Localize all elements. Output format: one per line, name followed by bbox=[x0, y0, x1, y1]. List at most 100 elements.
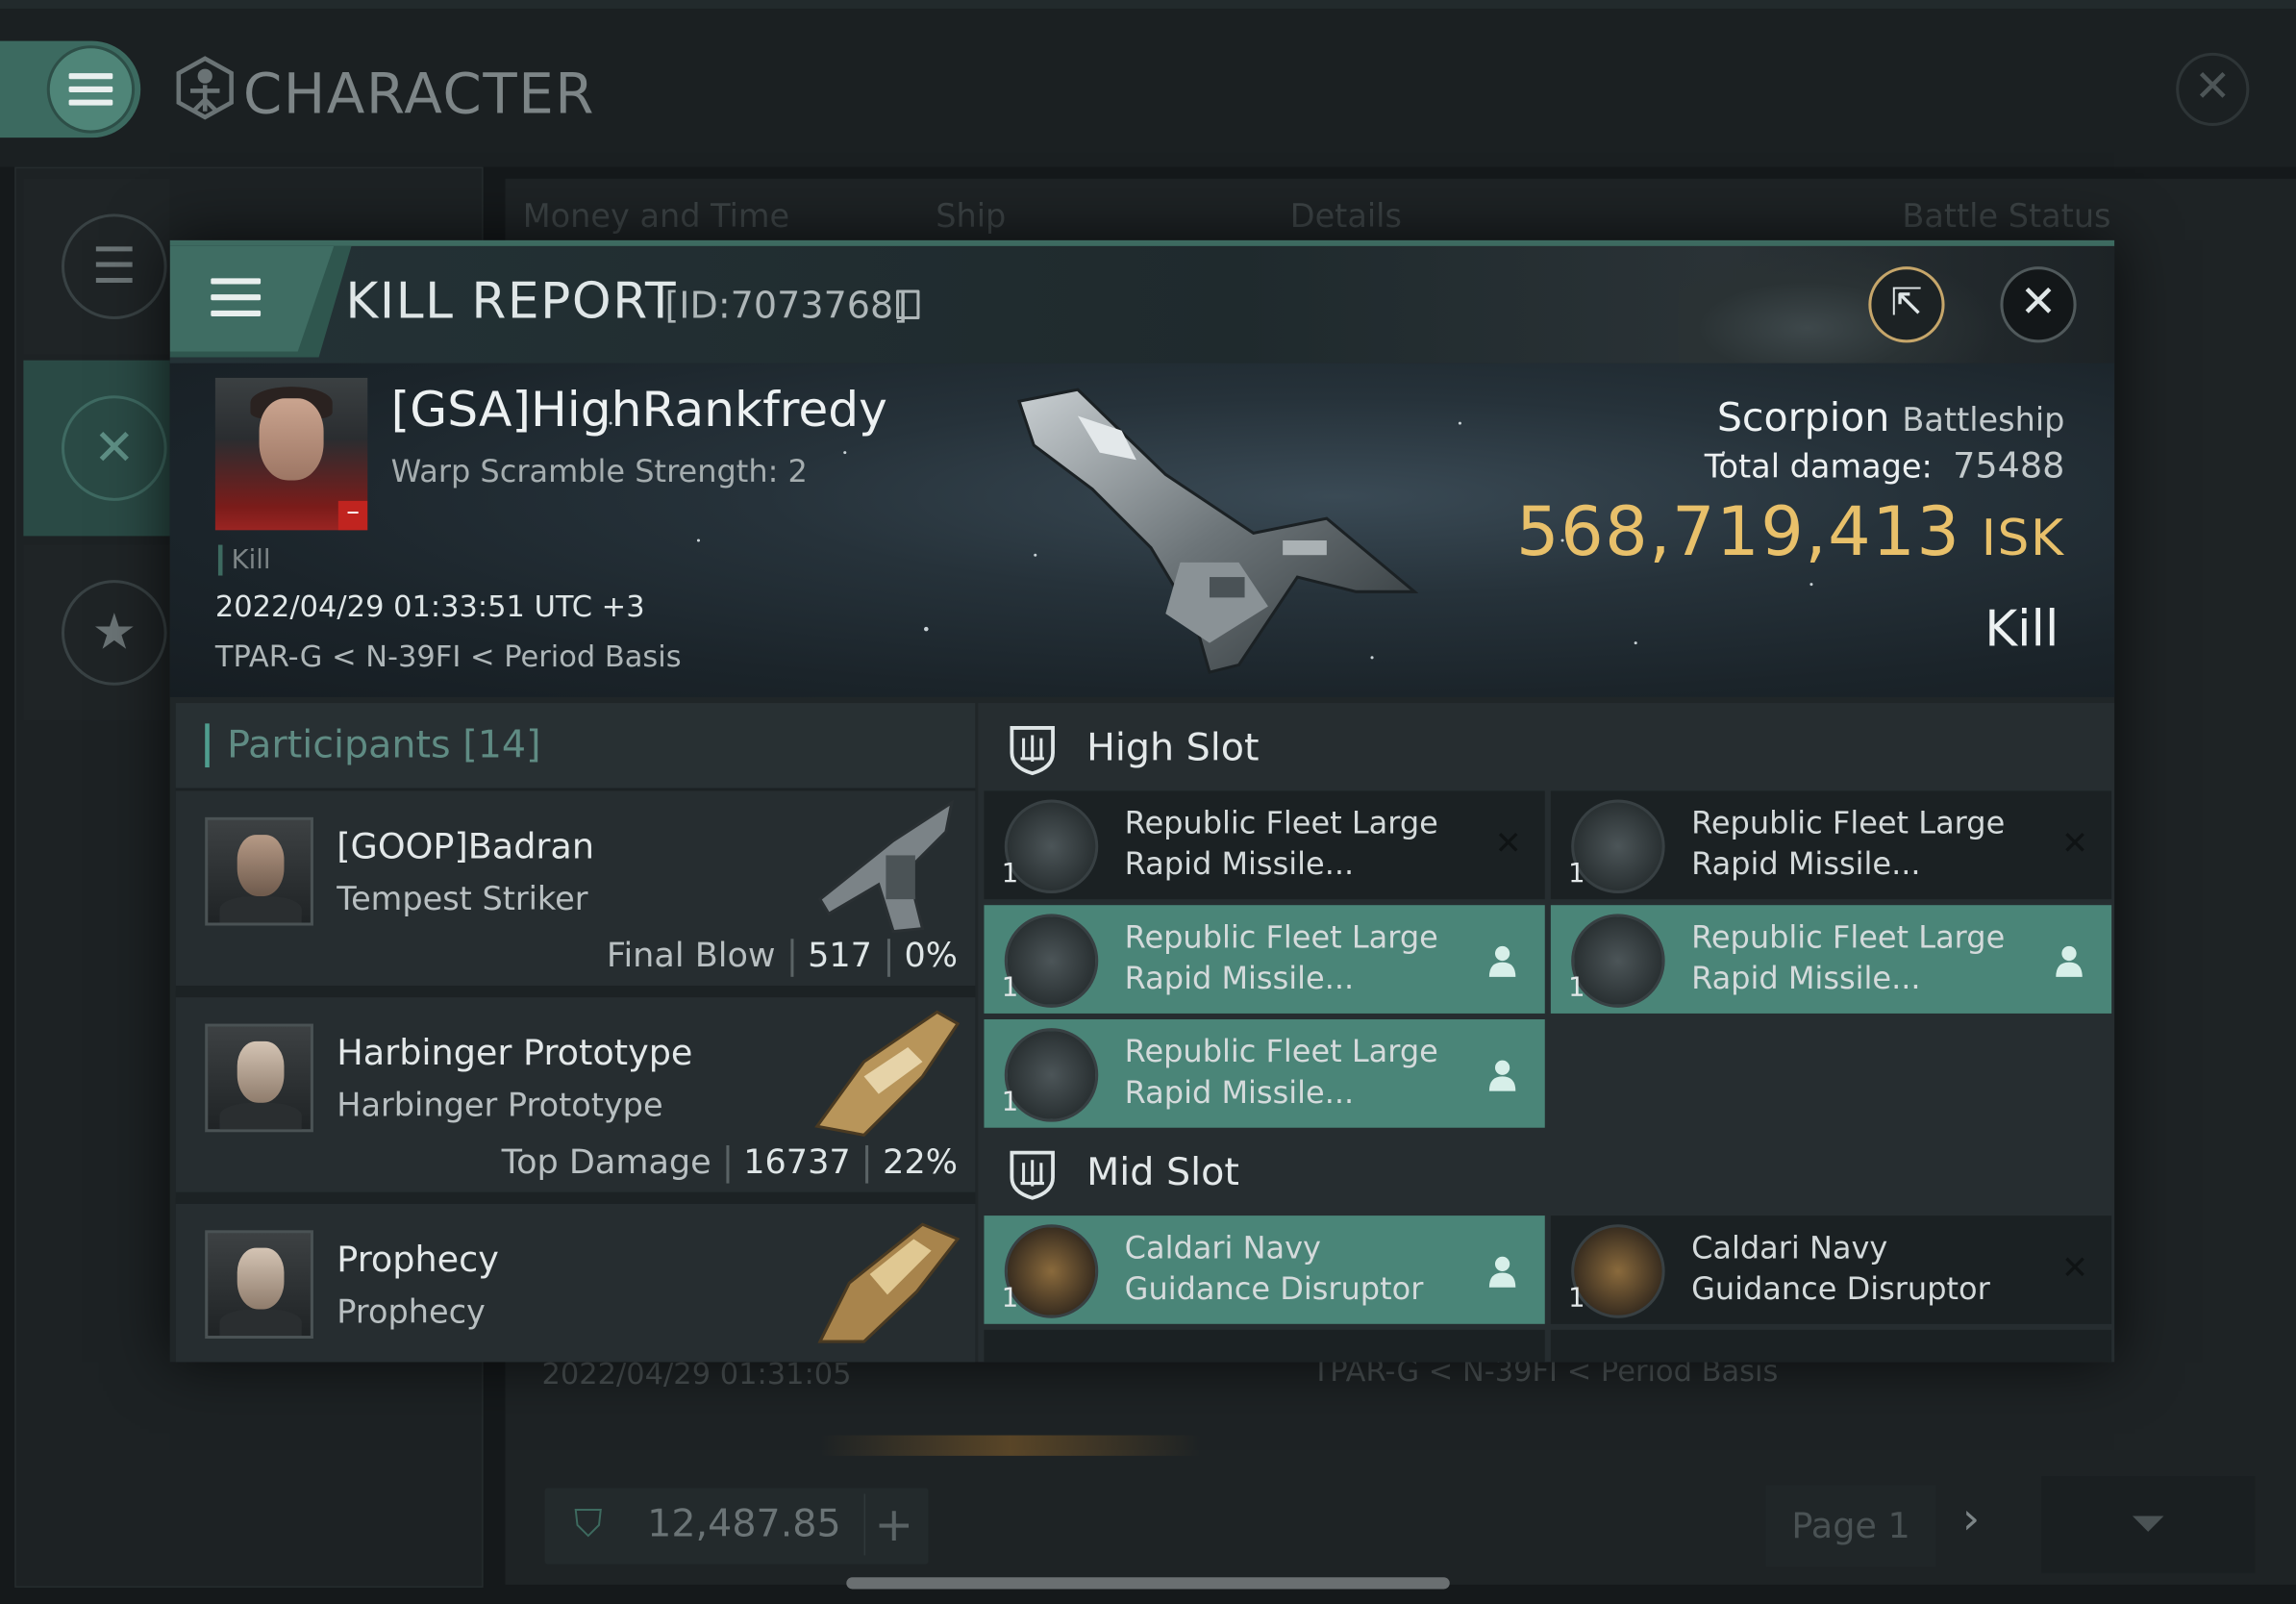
main-menu-button[interactable] bbox=[0, 40, 141, 138]
module-item[interactable]: 1 Republic Fleet Large Rapid Missile... bbox=[984, 1019, 1545, 1128]
ship-name: Scorpion Battleship bbox=[1717, 395, 2065, 440]
participant-ship: Prophecy bbox=[337, 1294, 486, 1332]
module-item[interactable]: 1 Republic Fleet Large Rapid Missile... … bbox=[984, 790, 1545, 900]
damage-percent: 22% bbox=[883, 1143, 959, 1183]
ship-class: Battleship bbox=[1902, 402, 2065, 439]
filter-icon: ⏷ bbox=[2130, 1498, 2166, 1550]
participant-ship: Tempest Striker bbox=[337, 881, 588, 918]
damage-percent: 0% bbox=[904, 937, 959, 976]
module-item[interactable]: 1 Caldari Navy Guidance Disruptor ✕ bbox=[1550, 1216, 2112, 1324]
column-money-time[interactable]: Money and Time bbox=[523, 199, 789, 236]
high-slot-icon bbox=[1010, 726, 1055, 776]
dropped-icon bbox=[1488, 1256, 1516, 1288]
share-button[interactable]: ⇱ bbox=[1868, 266, 1945, 343]
missile-launcher-icon bbox=[1004, 1028, 1099, 1122]
ship-type: Scorpion bbox=[1716, 395, 1890, 441]
participant-stats: Final Blow 517 0% bbox=[606, 937, 959, 977]
sidebar-item-favorites[interactable]: ★ bbox=[23, 544, 170, 721]
module-quantity: 1 bbox=[1568, 972, 1585, 1004]
module-name-line2: Guidance Disruptor bbox=[1691, 1270, 1990, 1307]
column-details[interactable]: Details bbox=[1290, 199, 1402, 236]
kill-location[interactable]: TPAR-G < N-39FI < Period Basis bbox=[215, 639, 682, 674]
sidebar-item-list[interactable]: ☰ bbox=[23, 178, 170, 355]
participant-ship-image bbox=[817, 1222, 961, 1343]
sidebar-item-battle[interactable]: ✕ bbox=[23, 360, 170, 537]
module-item-partial[interactable] bbox=[1550, 1329, 2112, 1363]
window-close-button[interactable]: ✕ bbox=[2176, 52, 2250, 126]
module-item[interactable]: 1 Republic Fleet Large Rapid Missile... … bbox=[1550, 790, 2112, 900]
module-quantity: 1 bbox=[1001, 1087, 1019, 1118]
total-damage-value: 75488 bbox=[1953, 444, 2065, 487]
kill-report-modal: KILL REPORT [ID:7073768] ⇱ ✕ – [GSA]High… bbox=[169, 239, 2115, 1363]
close-button[interactable]: ✕ bbox=[2000, 266, 2077, 343]
menu-icon bbox=[46, 45, 136, 134]
victim-ship-image bbox=[1017, 388, 1419, 674]
kill-result: Kill bbox=[1984, 600, 2059, 660]
kill-datetime: 2022/04/29 01:33:51 UTC +3 bbox=[214, 589, 645, 624]
module-quantity: 1 bbox=[1568, 1283, 1585, 1315]
participant-row[interactable]: [GOOP]Badran Tempest Striker Final Blow 5… bbox=[175, 790, 976, 992]
wallet-icon: ⛉ bbox=[574, 1502, 603, 1547]
next-page-button[interactable]: › bbox=[1962, 1493, 1980, 1544]
window-title: CHARACTER bbox=[242, 61, 596, 126]
module-name-line2: Rapid Missile... bbox=[1691, 961, 1921, 996]
crossed-swords-icon: ✕ bbox=[61, 395, 167, 501]
participant-row[interactable]: Prophecy Prophecy bbox=[175, 1203, 976, 1363]
close-icon: ✕ bbox=[2194, 61, 2232, 113]
damage-value: 16737 bbox=[743, 1143, 851, 1183]
kill-id: [ID:7073768] bbox=[664, 284, 909, 327]
external-link-icon: ⇱ bbox=[1890, 281, 1923, 326]
list-icon: ☰ bbox=[61, 213, 167, 320]
modal-title: KILL REPORT bbox=[345, 272, 678, 332]
kill-tag: Kill bbox=[217, 544, 270, 576]
star-icon: ★ bbox=[61, 580, 167, 686]
module-name-line1: Republic Fleet Large bbox=[1124, 805, 1438, 841]
participant-ship: Harbinger Prototype bbox=[337, 1088, 663, 1125]
missile-launcher-icon bbox=[1004, 914, 1099, 1008]
column-ship[interactable]: Ship bbox=[936, 199, 1006, 236]
high-slot-header: High Slot bbox=[978, 703, 2114, 796]
module-item-partial[interactable] bbox=[984, 1329, 1545, 1363]
copy-icon[interactable] bbox=[896, 289, 920, 320]
participant-name: Harbinger Prototype bbox=[337, 1032, 693, 1074]
guidance-disruptor-icon bbox=[1571, 1224, 1665, 1318]
participant-ship-image bbox=[814, 1010, 961, 1137]
module-quantity: 1 bbox=[1001, 1283, 1019, 1315]
modal-top-accent bbox=[169, 239, 2115, 246]
filter-button[interactable]: ⏷ bbox=[2041, 1476, 2256, 1573]
missile-launcher-icon bbox=[1004, 799, 1099, 894]
top-strip bbox=[0, 0, 2296, 10]
isk-amount: 568,719,413 bbox=[1515, 491, 1961, 571]
wallet-balance: 12,487.85 bbox=[647, 1502, 841, 1547]
participant-avatar bbox=[205, 1230, 313, 1340]
module-quantity: 1 bbox=[1001, 972, 1019, 1004]
dropped-icon bbox=[1488, 945, 1516, 977]
module-name-line2: Rapid Missile... bbox=[1124, 846, 1355, 882]
module-name-line1: Caldari Navy bbox=[1124, 1230, 1321, 1266]
module-name-line2: Rapid Missile... bbox=[1691, 846, 1921, 882]
participant-name: [GOOP]Badran bbox=[337, 825, 595, 867]
module-item[interactable]: 1 Republic Fleet Large Rapid Missile... bbox=[984, 905, 1545, 1014]
victim-name[interactable]: [GSA]HighRankfredy bbox=[391, 381, 887, 438]
total-damage: Total damage: 75488 bbox=[1705, 445, 2065, 487]
module-item[interactable]: 1 Caldari Navy Guidance Disruptor bbox=[984, 1216, 1545, 1324]
dropped-icon bbox=[2056, 945, 2083, 977]
module-name-line2: Rapid Missile... bbox=[1124, 1074, 1355, 1111]
add-funds-button[interactable]: + bbox=[863, 1493, 923, 1556]
column-battle-status[interactable]: Battle Status bbox=[1902, 199, 2110, 236]
module-quantity: 1 bbox=[1001, 858, 1019, 890]
participant-row[interactable]: Harbinger Prototype Harbinger Prototype … bbox=[175, 997, 976, 1198]
close-icon: ✕ bbox=[2019, 276, 2058, 329]
header-planet-art bbox=[1678, 245, 2001, 363]
isk-value: 568,719,413 ISK bbox=[1516, 492, 2064, 571]
mid-slot-label: Mid Slot bbox=[1086, 1151, 1239, 1195]
scrollbar[interactable] bbox=[846, 1577, 1450, 1590]
stat-label: Top Damage bbox=[501, 1143, 711, 1183]
stat-label: Final Blow bbox=[606, 937, 776, 976]
module-item[interactable]: 1 Republic Fleet Large Rapid Missile... bbox=[1550, 905, 2112, 1014]
participant-avatar bbox=[205, 816, 313, 926]
module-name-line1: Republic Fleet Large bbox=[1691, 805, 2006, 841]
victim-avatar[interactable]: – bbox=[214, 377, 368, 531]
participant-ship-image bbox=[817, 799, 955, 934]
module-name-line2: Guidance Disruptor bbox=[1124, 1270, 1424, 1307]
